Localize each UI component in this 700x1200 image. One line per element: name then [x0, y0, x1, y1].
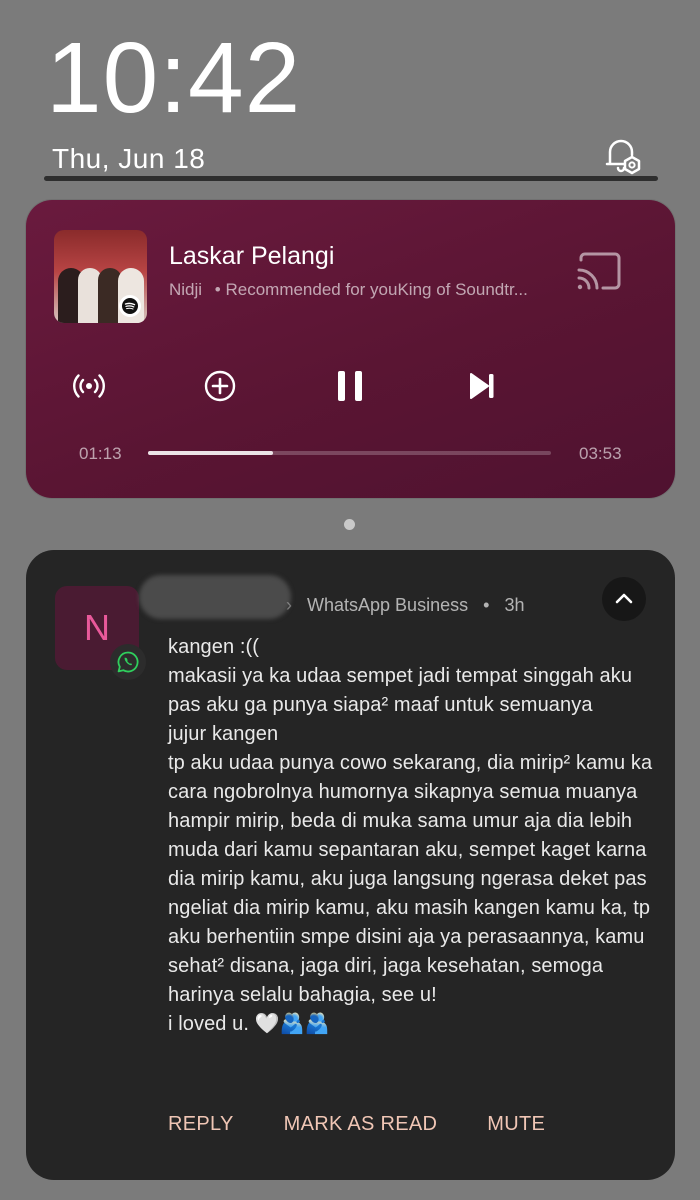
date-divider [44, 176, 658, 181]
notification-time: 3h [504, 595, 525, 615]
skip-next-icon [470, 373, 494, 399]
seek-bar[interactable] [148, 451, 551, 455]
reply-button[interactable]: REPLY [168, 1113, 234, 1136]
whatsapp-business-icon [110, 644, 146, 680]
album-art [54, 230, 147, 323]
message-body: kangen :(( makasii ya ka udaa sempet jad… [168, 636, 653, 1035]
page-indicator-dot [344, 519, 355, 530]
track-title: Laskar Pelangi [169, 242, 335, 270]
pause-button[interactable] [326, 362, 374, 410]
seek-bar-progress [148, 451, 273, 455]
mute-button[interactable]: MUTE [487, 1113, 545, 1136]
elapsed-time: 01:13 [79, 444, 122, 463]
track-source: • Recommended for youKing of Soundtr... [214, 280, 528, 299]
cast-icon[interactable] [575, 250, 623, 292]
track-artist: Nidji [169, 280, 203, 299]
clock: 10:42 [46, 22, 302, 134]
broadcast-button[interactable] [65, 362, 113, 410]
notification-actions: REPLY MARK AS READ MUTE [168, 1113, 545, 1136]
mark-as-read-button[interactable]: MARK AS READ [284, 1113, 438, 1136]
collapse-button[interactable] [602, 577, 646, 621]
next-button[interactable] [458, 362, 506, 410]
add-circle-icon [204, 370, 236, 402]
track-subtitle: Nidji • Recommended for youKing of Sound… [169, 280, 569, 300]
lock-screen: 10:42 Thu, Jun 18 Laskar Pelangi Nidji •… [0, 0, 700, 1200]
add-button[interactable] [196, 362, 244, 410]
total-duration: 03:53 [579, 444, 622, 463]
spotify-icon [119, 295, 141, 317]
media-player-card[interactable]: Laskar Pelangi Nidji • Recommended for y… [26, 200, 675, 498]
broadcast-icon [73, 374, 105, 398]
notification-meta: › WhatsApp Business • 3h [286, 595, 525, 615]
whatsapp-notification[interactable]: N › WhatsApp Business • 3h kangen :(( ma… [26, 550, 675, 1180]
sender-name-redacted [139, 575, 291, 619]
date-label: Thu, Jun 18 [52, 143, 206, 174]
chevron-up-icon [615, 593, 633, 604]
app-name: WhatsApp Business [307, 595, 469, 615]
pause-icon [338, 371, 362, 401]
notification-settings-icon[interactable] [600, 133, 646, 179]
